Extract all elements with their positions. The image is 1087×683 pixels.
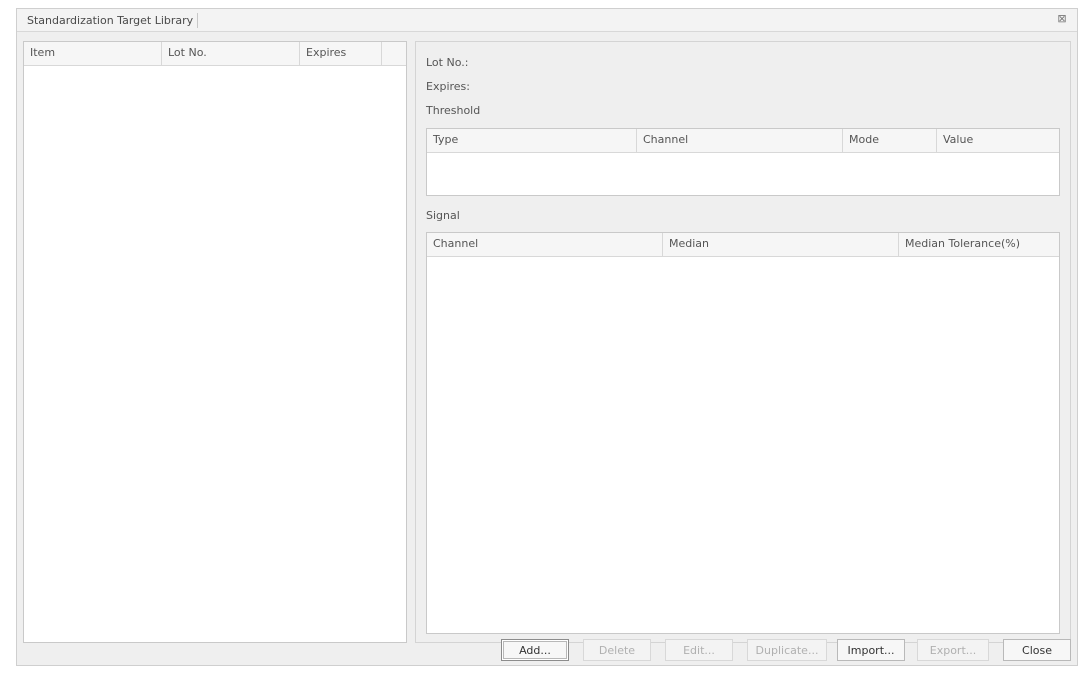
add-button[interactable]: Add... xyxy=(501,639,569,661)
edit-button[interactable]: Edit... xyxy=(665,639,733,661)
signal-label: Signal xyxy=(426,209,460,222)
target-list-grid[interactable]: Item Lot No. Expires xyxy=(23,41,407,643)
signal-grid-header: Channel Median Median Tolerance(%) xyxy=(427,233,1059,257)
column-header-median[interactable]: Median xyxy=(663,233,899,256)
column-header-channel[interactable]: Channel xyxy=(427,233,663,256)
threshold-grid[interactable]: Type Channel Mode Value xyxy=(426,128,1060,196)
duplicate-button[interactable]: Duplicate... xyxy=(747,639,827,661)
signal-grid[interactable]: Channel Median Median Tolerance(%) xyxy=(426,232,1060,634)
export-button[interactable]: Export... xyxy=(917,639,989,661)
target-list-header: Item Lot No. Expires xyxy=(24,42,406,66)
column-header-lot-no[interactable]: Lot No. xyxy=(162,42,300,65)
expires-label: Expires: xyxy=(426,80,470,93)
column-header-mode[interactable]: Mode xyxy=(843,129,937,152)
threshold-grid-header: Type Channel Mode Value xyxy=(427,129,1059,153)
standardization-target-library-window: Standardization Target Library ⊠ Item Lo… xyxy=(16,8,1078,666)
threshold-label: Threshold xyxy=(426,104,481,117)
window-title: Standardization Target Library xyxy=(23,13,199,28)
close-window-icon[interactable]: ⊠ xyxy=(1055,12,1069,26)
column-header-median-tolerance[interactable]: Median Tolerance(%) xyxy=(899,233,1059,256)
column-header-type[interactable]: Type xyxy=(427,129,637,152)
column-header-item[interactable]: Item xyxy=(24,42,162,65)
close-button[interactable]: Close xyxy=(1003,639,1071,661)
delete-button[interactable]: Delete xyxy=(583,639,651,661)
column-header-extra[interactable] xyxy=(382,42,406,65)
column-header-channel[interactable]: Channel xyxy=(637,129,843,152)
button-bar: Add... Delete Edit... Duplicate... Impor… xyxy=(17,635,1077,665)
column-header-expires[interactable]: Expires xyxy=(300,42,382,65)
target-details-panel: Lot No.: Expires: Threshold Type Channel… xyxy=(415,41,1071,643)
column-header-value[interactable]: Value xyxy=(937,129,1059,152)
title-bar: Standardization Target Library ⊠ xyxy=(17,9,1077,32)
import-button[interactable]: Import... xyxy=(837,639,905,661)
lot-no-label: Lot No.: xyxy=(426,56,469,69)
